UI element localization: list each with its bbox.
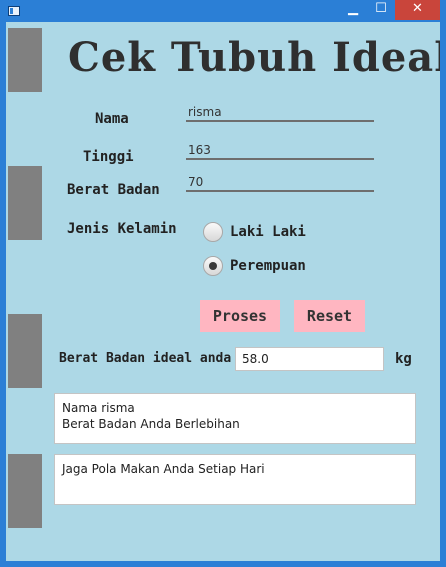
radio-label-laki-laki[interactable]: Laki Laki xyxy=(230,224,306,240)
tinggi-field[interactable] xyxy=(186,142,374,160)
side-block xyxy=(8,454,42,528)
radio-label-perempuan[interactable]: Perempuan xyxy=(230,258,306,274)
nama-label: Nama xyxy=(95,111,129,127)
proses-button[interactable]: Proses xyxy=(200,300,280,332)
gender-label: Jenis Kelamin xyxy=(67,221,177,237)
maximize-button[interactable]: ☐ xyxy=(367,0,395,20)
side-block xyxy=(8,166,42,240)
unit-label: kg xyxy=(395,351,412,367)
page-title: Cek Tubuh Ideal xyxy=(68,34,440,81)
summary-textarea[interactable]: Nama risma Berat Badan Anda Berlebihan xyxy=(54,393,416,444)
title-bar[interactable]: ▁ ☐ ✕ xyxy=(0,0,446,22)
ideal-weight-field[interactable]: 58.0 xyxy=(235,347,384,371)
summary-line-status: Berat Badan Anda Berlebihan xyxy=(62,417,240,431)
side-block xyxy=(8,28,42,92)
advice-line: Jaga Pola Makan Anda Setiap Hari xyxy=(62,462,265,476)
window-app-icon xyxy=(8,6,20,16)
radio-perempuan[interactable] xyxy=(203,256,223,276)
side-block xyxy=(8,314,42,388)
radio-laki-laki[interactable] xyxy=(203,222,223,242)
maximize-icon: ☐ xyxy=(375,1,387,16)
close-icon: ✕ xyxy=(412,1,423,16)
nama-field[interactable] xyxy=(186,104,374,122)
ideal-weight-label: Berat Badan ideal anda xyxy=(59,351,232,366)
close-button[interactable]: ✕ xyxy=(395,0,440,20)
berat-field[interactable] xyxy=(186,174,374,192)
tinggi-label: Tinggi xyxy=(83,149,134,165)
berat-label: Berat Badan xyxy=(67,182,160,198)
minimize-icon: ▁ xyxy=(348,1,358,16)
summary-line-name: Nama risma xyxy=(62,401,135,415)
reset-button[interactable]: Reset xyxy=(294,300,365,332)
app-window: ▁ ☐ ✕ Cek Tubuh Ideal Nama Tinggi Berat … xyxy=(0,0,446,567)
form-panel: Cek Tubuh Ideal Nama Tinggi Berat Badan … xyxy=(6,22,440,561)
minimize-button[interactable]: ▁ xyxy=(339,0,367,20)
advice-textarea[interactable]: Jaga Pola Makan Anda Setiap Hari xyxy=(54,454,416,505)
